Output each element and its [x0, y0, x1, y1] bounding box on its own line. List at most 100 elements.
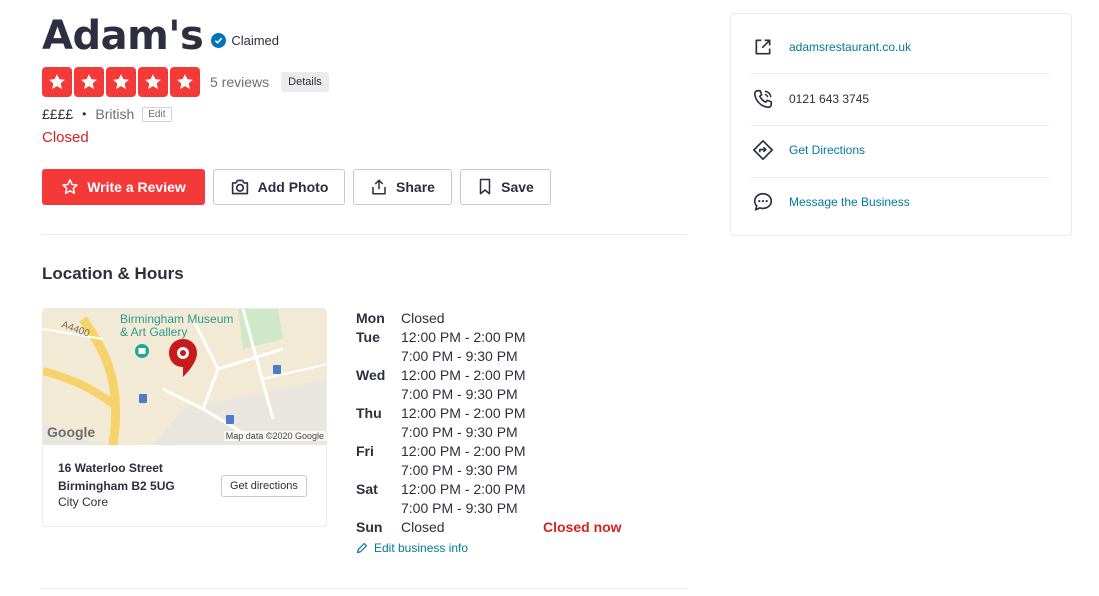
phone-row[interactable]: 0121 643 3745 — [751, 73, 1049, 125]
category-link[interactable]: British — [95, 106, 134, 122]
hours-day — [356, 461, 401, 480]
hours-time: 7:00 PM - 9:30 PM — [401, 424, 518, 440]
write-review-button[interactable]: Write a Review — [42, 169, 205, 205]
hours-time: Closed — [401, 519, 445, 535]
address-line1: 16 Waterloo Street — [58, 461, 163, 475]
hours-day: Sat — [356, 481, 378, 497]
hours-time: 12:00 PM - 2:00 PM — [401, 405, 526, 421]
review-count[interactable]: 5 reviews — [210, 74, 269, 90]
address: 16 Waterloo Street Birmingham B2 5UG — [58, 459, 175, 495]
external-link-icon — [751, 37, 775, 57]
price-range: ££££ — [42, 106, 74, 122]
phone-number: 0121 643 3745 — [789, 92, 870, 106]
hours-row: Sat 12:00 PM - 2:00 PM — [356, 480, 622, 499]
google-logo: Google — [47, 424, 96, 440]
neighborhood: City Core — [58, 495, 109, 509]
hours-day — [356, 499, 401, 518]
closed-now-label: Closed now — [543, 519, 622, 535]
hours-day — [356, 347, 401, 366]
hours-day — [356, 385, 401, 404]
hours-row: 7:00 PM - 9:30 PM — [356, 461, 622, 480]
hours-row: Sun Closed Closed now — [356, 518, 622, 537]
hours-row: Thu 12:00 PM - 2:00 PM — [356, 404, 622, 423]
hours-time: 7:00 PM - 9:30 PM — [401, 386, 518, 402]
hours-time: Closed — [401, 310, 445, 326]
map-label-gallery: & Art Gallery — [120, 325, 188, 339]
business-name: Adam's — [42, 13, 204, 59]
star-icon — [170, 67, 200, 97]
hours-day: Sun — [356, 519, 383, 535]
website-row[interactable]: adamsrestaurant.co.uk — [751, 21, 1049, 73]
open-status: Closed — [42, 129, 89, 146]
edit-business-info-label: Edit business info — [374, 541, 469, 555]
add-photo-label: Add Photo — [257, 179, 329, 195]
hours-day — [356, 423, 401, 442]
section-divider — [42, 234, 687, 235]
hours-day: Mon — [356, 310, 385, 326]
title-row: Adam's Claimed — [42, 12, 279, 60]
edit-business-info-link[interactable]: Edit business info — [356, 541, 468, 555]
section-divider-bottom — [42, 588, 687, 589]
verified-check-icon — [211, 32, 227, 48]
bookmark-icon — [477, 178, 493, 196]
hours-table: Mon Closed Tue 12:00 PM - 2:00 PM 7:00 PM - … — [356, 309, 622, 537]
hours-row: Fri 12:00 PM - 2:00 PM — [356, 442, 622, 461]
star-icon — [138, 67, 168, 97]
address-line2: Birmingham B2 5UG — [58, 479, 175, 493]
hours-row: 7:00 PM - 9:30 PM — [356, 347, 622, 366]
hours-day: Tue — [356, 329, 380, 345]
get-directions-button[interactable]: Get directions — [221, 475, 307, 497]
chat-bubble-icon — [751, 191, 775, 213]
directions-row[interactable]: Get Directions — [751, 124, 1049, 176]
meta-separator: • — [82, 107, 87, 121]
claimed-label: Claimed — [231, 32, 280, 48]
message-business-link[interactable]: Message the Business — [789, 195, 910, 209]
hours-time: 12:00 PM - 2:00 PM — [401, 443, 526, 459]
website-link[interactable]: adamsrestaurant.co.uk — [789, 40, 911, 54]
hours-row: Wed 12:00 PM - 2:00 PM — [356, 366, 622, 385]
hours-time: 12:00 PM - 2:00 PM — [401, 329, 526, 345]
hours-row: 7:00 PM - 9:30 PM — [356, 385, 622, 404]
add-photo-button[interactable]: Add Photo — [213, 169, 345, 205]
write-review-label: Write a Review — [87, 179, 186, 195]
claimed-badge[interactable]: Claimed — [211, 32, 280, 48]
message-row[interactable]: Message the Business — [751, 176, 1049, 228]
map[interactable]: Birmingham Museum & Art Gallery A4400 Go… — [43, 309, 326, 445]
map-attribution: Map data ©2020 Google — [223, 431, 326, 441]
hours-time: 12:00 PM - 2:00 PM — [401, 481, 526, 497]
share-label: Share — [396, 179, 435, 195]
location-hours-title: Location & Hours — [42, 264, 184, 283]
save-button[interactable]: Save — [460, 169, 551, 205]
edit-category-button[interactable]: Edit — [142, 106, 172, 122]
hours-row: 7:00 PM - 9:30 PM — [356, 499, 622, 518]
business-sidebar: adamsrestaurant.co.uk 0121 643 3745 Get … — [730, 13, 1072, 236]
phone-icon — [751, 88, 775, 110]
camera-icon — [230, 178, 250, 196]
pencil-icon — [356, 542, 368, 554]
details-button[interactable]: Details — [281, 72, 329, 92]
hours-day: Thu — [356, 405, 382, 421]
share-button[interactable]: Share — [353, 169, 452, 205]
hours-row: Mon Closed — [356, 309, 622, 328]
meta-row: ££££ • British Edit — [42, 106, 172, 122]
star-icon — [74, 67, 104, 97]
rating-row: 5 reviews Details — [42, 67, 329, 97]
hours-time: 7:00 PM - 9:30 PM — [401, 462, 518, 478]
save-label: Save — [501, 179, 534, 195]
action-buttons: Write a Review Add Photo Share Save — [42, 169, 551, 205]
star-icon — [106, 67, 136, 97]
hours-time: 7:00 PM - 9:30 PM — [401, 348, 518, 364]
hours-row: Tue 12:00 PM - 2:00 PM — [356, 328, 622, 347]
hours-day: Wed — [356, 367, 386, 383]
star-outline-icon — [61, 178, 79, 196]
hours-day: Fri — [356, 443, 374, 459]
get-directions-link[interactable]: Get Directions — [789, 143, 865, 157]
star-rating — [42, 67, 200, 97]
hours-time: 7:00 PM - 9:30 PM — [401, 500, 518, 516]
directions-icon — [751, 139, 775, 161]
share-icon — [370, 178, 388, 196]
hours-time: 12:00 PM - 2:00 PM — [401, 367, 526, 383]
hours-row: 7:00 PM - 9:30 PM — [356, 423, 622, 442]
map-card: Birmingham Museum & Art Gallery A4400 Go… — [42, 308, 327, 527]
star-icon — [42, 67, 72, 97]
